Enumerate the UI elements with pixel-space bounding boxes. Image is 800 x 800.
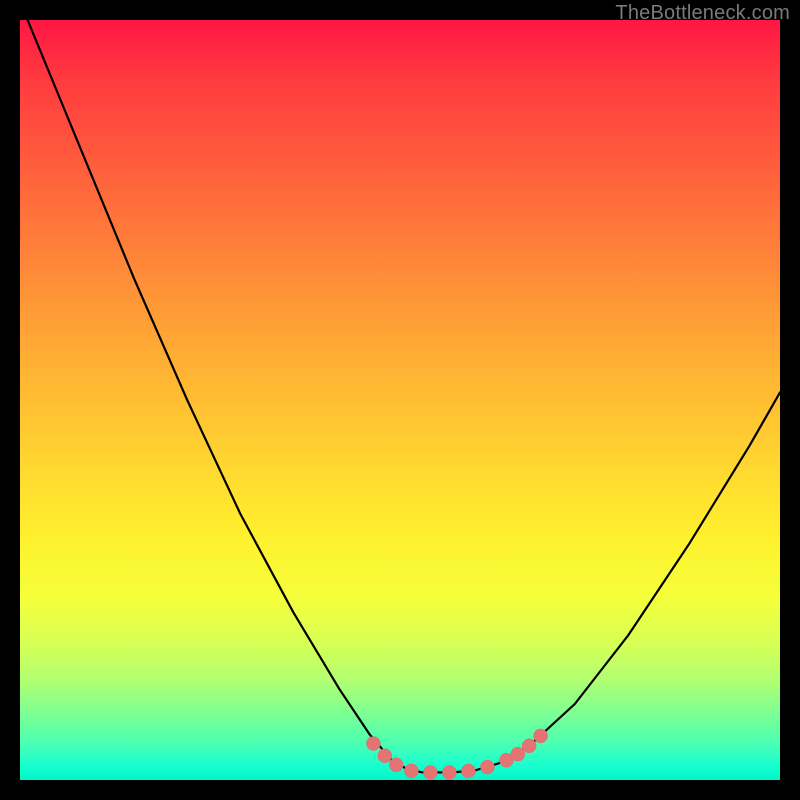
data-marker <box>423 765 437 779</box>
data-marker <box>511 747 525 761</box>
data-marker <box>442 765 456 779</box>
data-marker <box>389 758 403 772</box>
bottleneck-curve <box>28 20 780 772</box>
data-marker <box>534 729 548 743</box>
data-marker <box>404 764 418 778</box>
data-marker <box>480 760 494 774</box>
data-marker <box>522 739 536 753</box>
chart-frame: TheBottleneck.com <box>0 0 800 800</box>
data-marker <box>461 764 475 778</box>
data-marker <box>366 737 380 751</box>
chart-svg <box>20 20 780 780</box>
data-marker <box>378 749 392 763</box>
plot-area <box>20 20 780 780</box>
